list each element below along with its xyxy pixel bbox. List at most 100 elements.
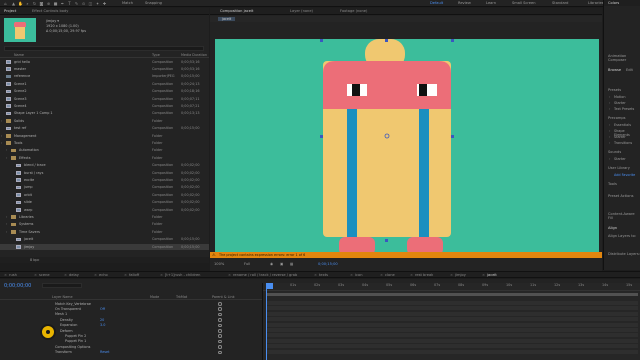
project-row[interactable]: warp Composition 0;00;02;00 [0, 207, 209, 213]
tab-effect-controls[interactable]: Effect Controls body [32, 9, 68, 13]
project-row[interactable]: grid hello Composition 0;00;53;16 [0, 59, 209, 65]
pick-whip-icon[interactable] [218, 350, 222, 355]
timeline-tab[interactable]: × delay [64, 273, 79, 277]
timeline-search-input[interactable] [42, 283, 82, 288]
timeline-tab[interactable]: × jaceit [482, 273, 497, 277]
workspace-review[interactable]: Review [458, 1, 471, 5]
project-row[interactable]: blend / trace Composition 0;00;02;00 [0, 163, 209, 169]
close-icon[interactable]: × [34, 273, 37, 277]
sound-starter[interactable]: Starter [614, 157, 626, 161]
layer-property-row[interactable]: On Transparent Off [0, 306, 262, 311]
close-icon[interactable]: × [380, 273, 383, 277]
pick-whip-icon[interactable] [218, 312, 222, 317]
workspace-default[interactable]: Default [430, 1, 443, 5]
track-bar[interactable] [266, 311, 638, 316]
close-icon[interactable]: × [124, 273, 127, 277]
home-icon[interactable]: ⌂ [3, 1, 8, 6]
selected-item-name[interactable]: jimjoy ▾ [46, 19, 59, 23]
track-bar[interactable] [266, 344, 638, 349]
layer-property-row[interactable]: Transform Reset [0, 350, 262, 355]
camera-tool-icon[interactable]: ◙ [39, 1, 44, 6]
pick-whip-icon[interactable] [218, 345, 222, 349]
zoom-tool-icon[interactable]: ⌕ [25, 1, 30, 6]
tab-layer[interactable]: Layer (none) [290, 9, 313, 13]
column-parent[interactable]: Parent & Link [212, 295, 235, 299]
project-row[interactable]: Scene4 Composition 0;00;07;21 [0, 103, 209, 109]
column-layer-name[interactable]: Layer Name [52, 295, 73, 299]
pen-tool-icon[interactable]: ✒ [60, 1, 65, 6]
track-bar[interactable] [266, 349, 638, 354]
project-row[interactable]: jaceit Composition 0;00;15;00 [0, 237, 209, 243]
workspace-small-screen[interactable]: Small Screen [512, 1, 535, 5]
track-bar[interactable] [266, 322, 638, 327]
composition-canvas[interactable] [215, 39, 599, 255]
project-row[interactable]: slide Composition 0;00;02;00 [0, 200, 209, 206]
chevron-right-icon[interactable]: › [609, 95, 610, 99]
column-trkmat[interactable]: TrkMat [176, 295, 187, 299]
project-search-input[interactable] [4, 46, 204, 51]
tools-label[interactable]: Tools [608, 182, 617, 186]
close-icon[interactable]: × [64, 273, 67, 277]
project-row[interactable]: › Solids Folder [0, 118, 209, 124]
pick-whip-icon[interactable] [218, 307, 222, 311]
chevron-right-icon[interactable]: › [6, 222, 7, 226]
project-row[interactable]: › Management Folder [0, 133, 209, 139]
close-icon[interactable]: × [4, 273, 7, 277]
preset-text[interactable]: Text Presets [614, 107, 634, 111]
column-name[interactable]: Name [14, 53, 24, 57]
add-favorite-link[interactable]: Add Favorite [614, 173, 635, 177]
project-row[interactable]: › Time Savers Folder [0, 229, 209, 235]
track-bar[interactable] [266, 317, 638, 322]
pick-whip-icon[interactable] [218, 329, 222, 333]
handle-bc[interactable] [385, 239, 388, 242]
layer-property-row[interactable]: Density 20 [0, 317, 262, 322]
timeline-timecode[interactable]: 0;00;00;00 [4, 283, 31, 289]
project-row[interactable]: › Libraries Folder [0, 214, 209, 220]
handle-ml[interactable] [320, 135, 323, 138]
close-icon[interactable]: × [410, 273, 413, 277]
close-icon[interactable]: × [94, 273, 97, 277]
tab-composition[interactable]: Composition jaceit [220, 9, 253, 13]
timeline-tab[interactable]: × clone [380, 273, 395, 277]
timeline-tab[interactable]: × rush [4, 273, 17, 277]
timeline-tab[interactable]: × jimjoy [450, 273, 466, 277]
close-icon[interactable]: × [160, 273, 163, 277]
chevron-right-icon[interactable]: › [6, 156, 7, 160]
preset-motion[interactable]: Motion [614, 95, 626, 99]
tab-browse[interactable]: Browse [608, 68, 621, 72]
workspace-standard[interactable]: Standard [552, 1, 568, 5]
roto-tool-icon[interactable]: ✦ [95, 1, 100, 6]
timeline-tab[interactable]: × texts [314, 273, 328, 277]
project-row[interactable]: orbit Composition 0;00;02;00 [0, 192, 209, 198]
property-value[interactable]: Reset [100, 350, 109, 354]
project-row[interactable]: Scene2 Composition 0;00;18;16 [0, 89, 209, 95]
close-icon[interactable]: × [350, 273, 353, 277]
rotate-tool-icon[interactable]: ↻ [32, 1, 37, 6]
breadcrumb-comp[interactable]: jaceit [218, 17, 236, 21]
pick-whip-icon[interactable] [218, 323, 222, 328]
project-row[interactable]: master Composition 0;00;53;16 [0, 66, 209, 72]
property-value[interactable]: 3.0 [100, 323, 105, 327]
snapping-label[interactable]: Snapping [145, 1, 162, 5]
project-row[interactable]: Scene3 Composition 0;00;07;11 [0, 96, 209, 102]
brush-tool-icon[interactable]: ✎ [74, 1, 79, 6]
tab-project[interactable]: Project [4, 9, 16, 13]
timeline-graph[interactable]: 0s01s02s03s04s05s06s07s08s09s10s11s12s13… [262, 283, 640, 360]
precomp-essentials[interactable]: Essentials [614, 123, 631, 127]
track-bar[interactable] [266, 338, 638, 343]
property-value[interactable]: 20 [100, 318, 104, 322]
column-mode[interactable]: Mode [150, 295, 159, 299]
tab-footage[interactable]: Footage (none) [340, 9, 367, 13]
precomp-starter[interactable]: Starter [614, 135, 626, 139]
time-ruler[interactable]: 0s01s02s03s04s05s06s07s08s09s10s11s12s13… [263, 283, 640, 291]
animation-composer-label[interactable]: Animation Composer [608, 54, 640, 62]
project-row[interactable]: › Tools Folder [0, 140, 209, 146]
close-icon[interactable]: × [314, 273, 317, 277]
chevron-right-icon[interactable]: › [609, 101, 610, 105]
close-icon[interactable]: × [228, 273, 231, 277]
chevron-right-icon[interactable]: › [6, 215, 7, 219]
handle-mr[interactable] [451, 135, 454, 138]
preset-starter[interactable]: Starter [614, 101, 626, 105]
chevron-right-icon[interactable]: › [609, 141, 610, 145]
colors-label[interactable]: Colors [608, 1, 619, 5]
